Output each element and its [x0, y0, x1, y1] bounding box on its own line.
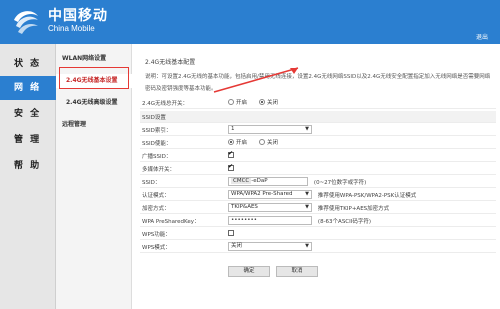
row-ssid: SSID： CMCC -eDaP (0~27位数字或字符)	[140, 176, 496, 188]
wps-mode-label: WPS模式：	[142, 245, 171, 251]
on-label: 开启	[236, 100, 248, 106]
chevron-down-icon: ▼	[305, 243, 309, 249]
chevron-down-icon: ▼	[305, 204, 309, 210]
ssid-hint: (0~27位数字或字符)	[313, 179, 367, 186]
row-wifi-enable: 2.4G无线总开关： 开启 关闭	[140, 97, 496, 109]
main-content: 2.4G无线基本配置 说明：可设置2.4G无线的基本功能，包括启用/禁用无线连接…	[132, 44, 500, 309]
auth-mode-hint: 推荐使用WPA-PSK/WPA2-PSK认证模式	[317, 192, 417, 199]
china-mobile-logo-icon	[14, 11, 38, 34]
ssid-value: -eDaP	[251, 178, 268, 184]
row-multimedia: 多媒体开关：	[140, 163, 496, 175]
encryption-hint: 推荐使用TKIP+AES加密方式	[317, 205, 390, 212]
header-bar: 中国移动 China Mobile 退出	[0, 0, 500, 44]
subnav-24g-advanced[interactable]: 2.4G无线高级设置	[56, 96, 132, 110]
chevron-down-icon: ▼	[305, 191, 309, 197]
wps-mode-select[interactable]: 关闭 ▼	[228, 242, 312, 251]
row-ssid-index: SSID索引： 1 ▼	[140, 124, 496, 136]
ssid-enable-off-radio[interactable]	[258, 139, 265, 145]
row-encryption: 加密方式： TKIP&AES ▼ 推荐使用TKIP+AES加密方式	[140, 202, 496, 214]
ssid-index-select[interactable]: 1 ▼	[228, 125, 312, 134]
off-label: 关闭	[266, 140, 278, 146]
ssid-prefix: CMCC	[231, 178, 252, 184]
chevron-down-icon: ▼	[305, 126, 309, 132]
exit-link[interactable]: 退出	[476, 32, 488, 41]
psk-label: WPA PreSharedKey：	[142, 219, 200, 225]
wps-checkbox[interactable]	[228, 229, 234, 236]
nav-item-management[interactable]: 管 理	[0, 128, 56, 152]
ssid-label: SSID：	[142, 180, 161, 186]
encryption-label: 加密方式：	[142, 206, 170, 212]
wifi-enable-label: 2.4G无线总开关：	[142, 101, 189, 107]
confirm-button[interactable]: 确定	[228, 266, 270, 277]
row-broadcast-ssid: 广播SSID：	[140, 150, 496, 162]
multimedia-checkbox[interactable]	[228, 163, 234, 171]
off-label: 关闭	[266, 100, 278, 106]
on-label: 开启	[236, 140, 248, 146]
brand-name-cn: 中国移动	[48, 8, 108, 24]
main-nav: 状 态 网 络 安 全 管 理 帮 助	[0, 44, 56, 309]
ssid-index-label: SSID索引：	[142, 128, 172, 134]
nav-item-status[interactable]: 状 态	[0, 52, 56, 76]
psk-hint: (8-63个ASCII码字符)	[317, 218, 372, 225]
row-wps-mode: WPS模式： 关闭 ▼	[140, 241, 496, 253]
multimedia-label: 多媒体开关：	[142, 167, 176, 173]
broadcast-ssid-label: 广播SSID：	[142, 154, 172, 160]
wps-label: WPS功能：	[142, 232, 171, 238]
broadcast-ssid-checkbox[interactable]	[228, 150, 234, 158]
ssid-enable-on-radio[interactable]	[228, 139, 234, 145]
annotation-arrow-icon	[213, 67, 299, 93]
row-auth-mode: 认证模式： WPA/WPA2 Pre-Shared ▼ 推荐使用WPA-PSK/W…	[140, 189, 496, 201]
wifi-enable-on-radio[interactable]	[228, 99, 234, 105]
subnav-remote-management[interactable]: 远程管理	[56, 118, 132, 132]
subnav-wlan-settings[interactable]: WLAN网络设置	[56, 52, 132, 66]
row-wps: WPS功能：	[140, 228, 496, 240]
section-description: 说明：可设置2.4G无线的基本功能，包括启用/禁用无线连接，设置2.4G无线网络…	[145, 74, 491, 92]
cancel-button[interactable]: 取消	[276, 266, 318, 277]
highlight-annotation-box	[59, 67, 129, 89]
wifi-enable-off-radio[interactable]	[258, 99, 265, 105]
auth-mode-label: 认证模式：	[142, 193, 170, 199]
row-ssid-enable: SSID使能： 开启 关闭	[140, 137, 496, 149]
nav-item-security[interactable]: 安 全	[0, 102, 56, 126]
ssid-section-label: SSID设置	[142, 115, 166, 121]
ssid-enable-label: SSID使能：	[142, 141, 172, 147]
row-ssid-section: SSID设置	[140, 111, 496, 123]
nav-item-help[interactable]: 帮 助	[0, 154, 56, 178]
brand-name-en: China Mobile	[48, 24, 95, 33]
encryption-select[interactable]: TKIP&AES ▼	[228, 203, 312, 212]
row-psk: WPA PreSharedKey： •••••••• (8-63个ASCII码字…	[140, 215, 496, 227]
nav-item-network[interactable]: 网 络	[0, 76, 56, 100]
auth-mode-select[interactable]: WPA/WPA2 Pre-Shared ▼	[228, 190, 312, 199]
ssid-input[interactable]: CMCC -eDaP	[228, 177, 308, 186]
psk-input[interactable]: ••••••••	[228, 216, 312, 225]
section-title: 2.4G无线基本配置	[145, 59, 196, 66]
